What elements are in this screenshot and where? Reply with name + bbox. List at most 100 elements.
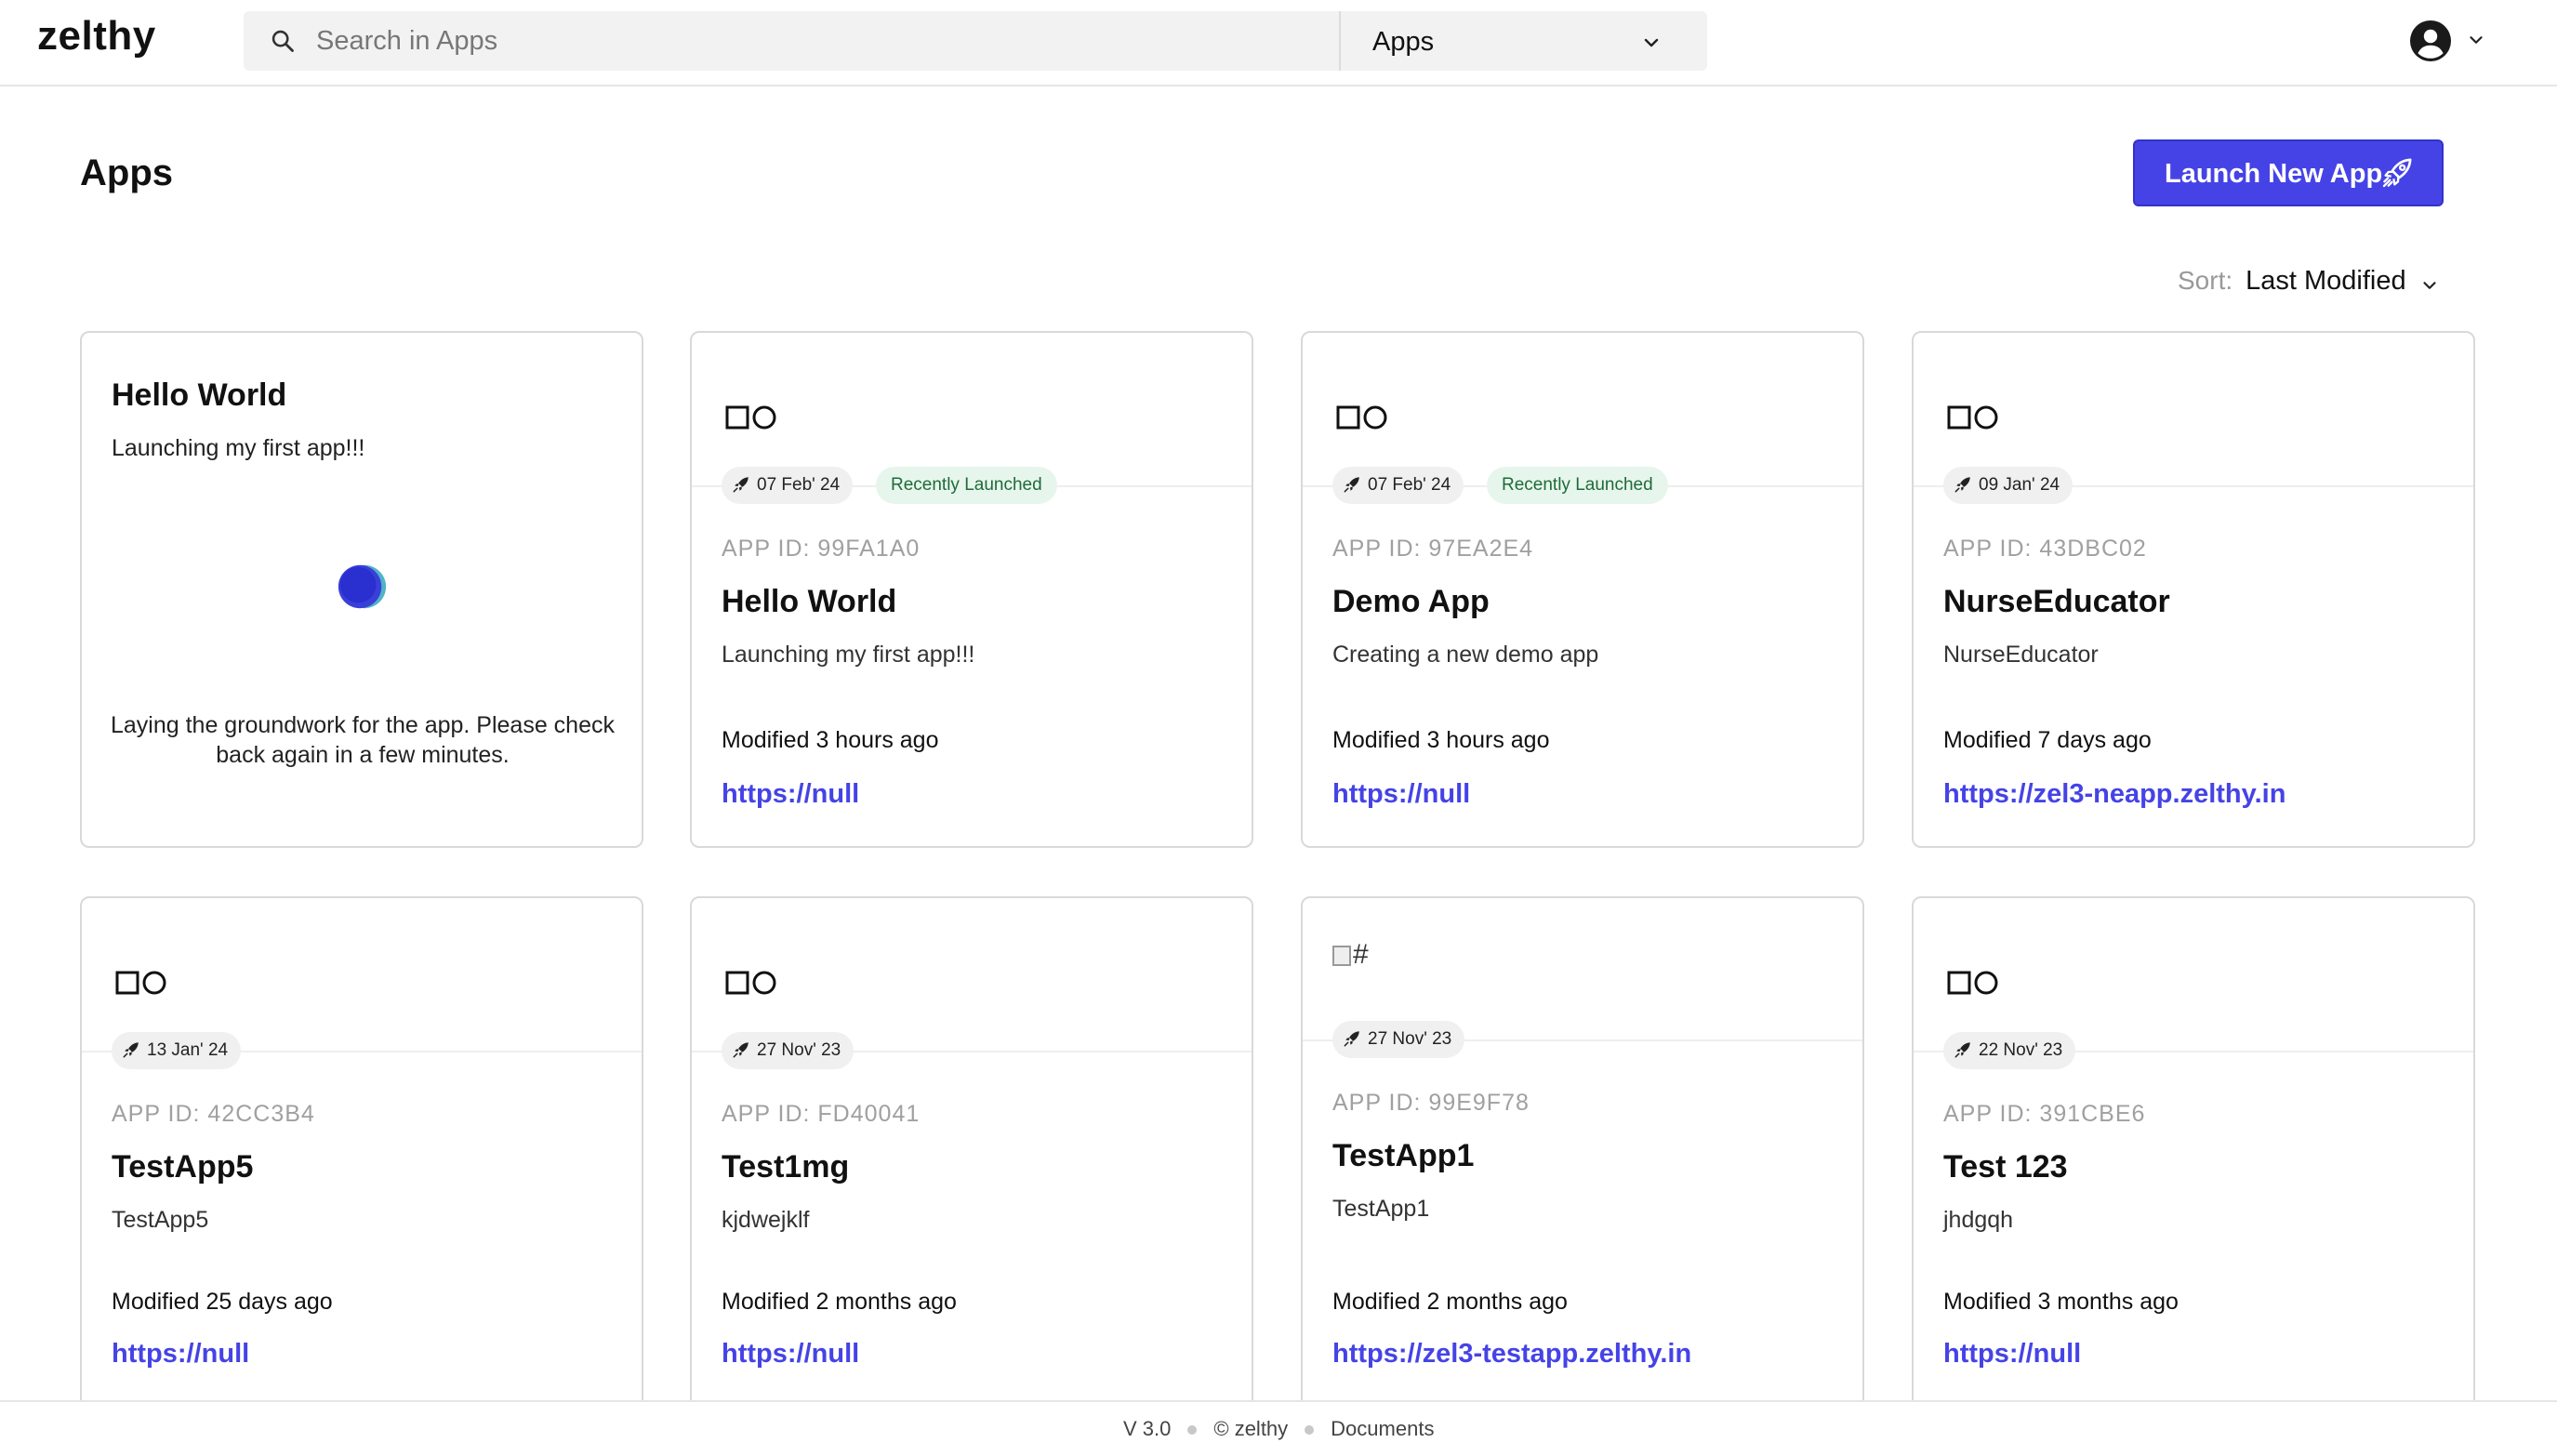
launch-date: 27 Nov' 23 (757, 1040, 841, 1060)
app-modified: Modified 3 hours ago (722, 727, 939, 753)
rocket-icon (1954, 1042, 1970, 1058)
footer-copyright: © zelthy (1213, 1417, 1289, 1440)
app-id: APP ID: 97EA2E4 (1332, 536, 1534, 562)
app-url-link[interactable]: https://null (1943, 1339, 2081, 1370)
app-id: APP ID: 99E9F78 (1332, 1090, 1530, 1116)
account-menu-chevron-icon[interactable] (2466, 30, 2486, 50)
rocket-icon (733, 477, 749, 493)
rocket-icon (733, 1042, 749, 1058)
app-name: Demo App (1332, 584, 1490, 619)
app-url-link[interactable]: https://null (1332, 779, 1470, 810)
rocket-icon (123, 1042, 139, 1058)
loading-spinner-icon (338, 564, 387, 609)
app-modified: Modified 3 hours ago (1332, 727, 1550, 753)
launch-date: 22 Nov' 23 (1979, 1040, 2063, 1060)
app-modified: Modified 25 days ago (112, 1289, 333, 1315)
launch-new-app-button[interactable]: Launch New App (2133, 139, 2444, 206)
app-url-link[interactable]: https://null (722, 1339, 859, 1370)
launch-date-chip: 07 Feb' 24 (1332, 467, 1464, 504)
launch-date: 27 Nov' 23 (1368, 1029, 1452, 1049)
footer-separator (1187, 1425, 1198, 1436)
documents-link[interactable]: Documents (1331, 1417, 1434, 1440)
app-description: TestApp5 (112, 1207, 209, 1233)
search-scope-dropdown[interactable]: Apps (1341, 11, 1707, 71)
footer: V 3.0 © zelthy Documents (0, 1400, 2557, 1456)
zelthy-logo[interactable]: zelthy (37, 13, 156, 60)
app-logo-icon (725, 971, 776, 995)
app-logo-icon (725, 405, 776, 430)
app-url-link[interactable]: https://zel3-testapp.zelthy.in (1332, 1339, 1691, 1370)
app-logo-icon (1336, 405, 1387, 430)
user-avatar-icon[interactable] (2408, 19, 2453, 63)
rocket-icon (2382, 158, 2412, 188)
footer-version: V 3.0 (1123, 1417, 1172, 1440)
launch-date-chip: 27 Nov' 23 (1332, 1021, 1465, 1058)
app-name: NurseEducator (1943, 584, 2170, 619)
app-card[interactable]: 13 Jan' 24 APP ID: 42CC3B4 TestApp5 Test… (80, 896, 643, 1436)
search-bar: Apps (244, 11, 1707, 71)
app-name: TestApp1 (1332, 1138, 1475, 1173)
app-logo-icon (1947, 405, 1998, 430)
app-logo-icon (115, 971, 166, 995)
app-description: jhdgqh (1943, 1207, 2014, 1233)
app-description: Launching my first app!!! (722, 642, 975, 668)
app-name: Test 123 (1943, 1149, 2068, 1185)
app-url-link[interactable]: https://zel3-neapp.zelthy.in (1943, 779, 2285, 810)
app-id: APP ID: 391CBE6 (1943, 1101, 2146, 1127)
recently-launched-badge: Recently Launched (1487, 467, 1668, 504)
pending-app-message: Laying the groundwork for the app. Pleas… (110, 712, 615, 768)
pending-app-description: Launching my first app!!! (112, 435, 365, 461)
sort-label: Sort: (2178, 266, 2233, 295)
chevron-down-icon (2423, 281, 2436, 289)
launch-date-chip: 07 Feb' 24 (722, 467, 854, 504)
launch-date: 09 Jan' 24 (1979, 475, 2060, 495)
app-id: APP ID: 43DBC02 (1943, 536, 2147, 562)
launch-date-chip: 27 Nov' 23 (722, 1032, 855, 1069)
top-bar: zelthy Apps (0, 0, 2557, 86)
apps-grid: Hello World Launching my first app!!! La… (80, 331, 2475, 1436)
app-card[interactable]: # 27 Nov' 23 APP ID: 99E9F78 TestApp1 Te… (1301, 896, 1864, 1436)
rocket-icon (1954, 477, 1970, 493)
app-name: TestApp5 (112, 1149, 254, 1185)
footer-separator (1305, 1425, 1315, 1436)
chevron-down-icon (1644, 38, 1659, 47)
app-url-link[interactable]: https://null (722, 779, 859, 810)
launch-date: 07 Feb' 24 (1368, 475, 1451, 495)
app-card[interactable]: 07 Feb' 24 Recently Launched APP ID: 99F… (690, 331, 1253, 848)
launch-date: 07 Feb' 24 (757, 475, 841, 495)
search-scope-value: Apps (1372, 27, 1435, 57)
launch-date-chip: 22 Nov' 23 (1943, 1032, 2076, 1069)
app-card[interactable]: 27 Nov' 23 APP ID: FD40041 Test1mg kjdwe… (690, 896, 1253, 1436)
app-modified: Modified 2 months ago (722, 1289, 957, 1315)
app-url-link[interactable]: https://null (112, 1339, 249, 1370)
sort-value: Last Modified (2246, 266, 2406, 296)
footer-content: V 3.0 © zelthy Documents (1123, 1417, 1434, 1441)
app-description: TestApp1 (1332, 1196, 1430, 1222)
launch-date-chip: 13 Jan' 24 (112, 1032, 242, 1069)
app-card[interactable]: 07 Feb' 24 Recently Launched APP ID: 97E… (1301, 331, 1864, 848)
pending-app-name: Hello World (112, 377, 287, 413)
app-card[interactable]: 09 Jan' 24 APP ID: 43DBC02 NurseEducator… (1912, 331, 2475, 848)
app-id: APP ID: 99FA1A0 (722, 536, 921, 562)
broken-image-icon: # (1332, 939, 1369, 971)
launch-new-app-label: Launch New App (2165, 159, 2383, 189)
app-name: Hello World (722, 584, 897, 619)
search-icon (272, 30, 294, 52)
app-card[interactable]: 22 Nov' 23 APP ID: 391CBE6 Test 123 jhdg… (1912, 896, 2475, 1436)
app-name: Test1mg (722, 1149, 850, 1185)
broken-image-alt: # (1353, 939, 1369, 970)
rocket-icon (1344, 1031, 1359, 1047)
page-title: Apps (80, 152, 173, 193)
search-input[interactable] (316, 11, 1478, 71)
app-id: APP ID: 42CC3B4 (112, 1101, 315, 1127)
rocket-icon (1344, 477, 1359, 493)
sort-dropdown[interactable]: Sort: Last Modified (2178, 266, 2440, 303)
launch-date: 13 Jan' 24 (147, 1040, 229, 1060)
app-description: kjdwejklf (722, 1207, 810, 1233)
app-modified: Modified 3 months ago (1943, 1289, 2179, 1315)
app-description: Creating a new demo app (1332, 642, 1599, 668)
app-modified: Modified 2 months ago (1332, 1289, 1568, 1315)
recently-launched-badge: Recently Launched (876, 467, 1057, 504)
pending-app-card[interactable]: Hello World Launching my first app!!! La… (80, 331, 643, 848)
app-description: NurseEducator (1943, 642, 2099, 668)
